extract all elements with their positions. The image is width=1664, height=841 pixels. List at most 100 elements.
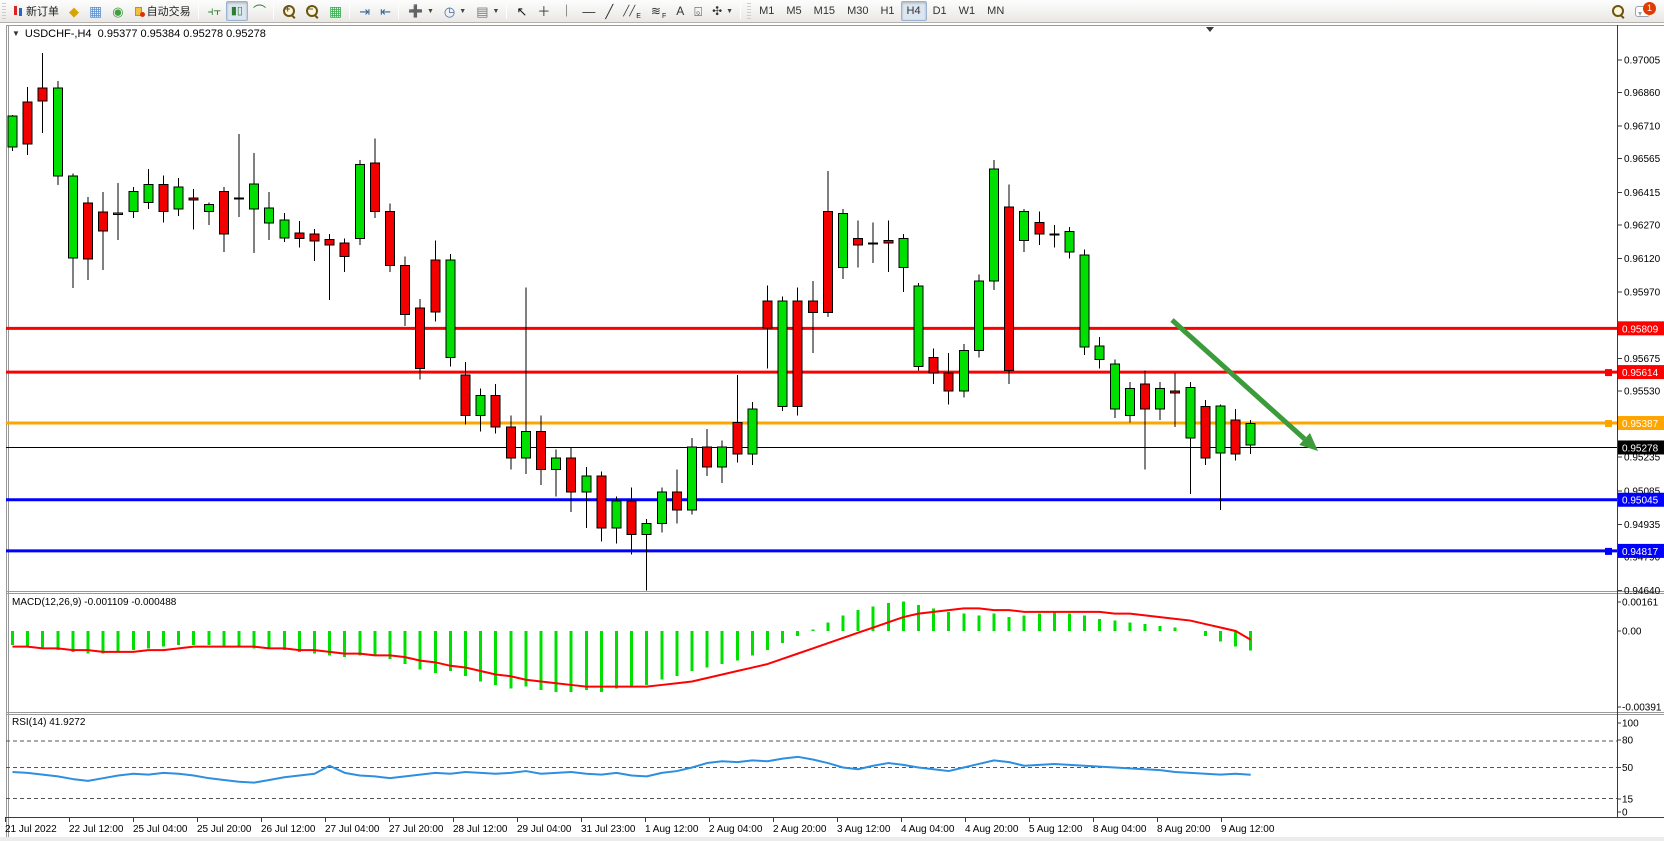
svg-text:26 Jul 12:00: 26 Jul 12:00 <box>261 824 316 835</box>
macd-values: -0.001109 -0.000488 <box>84 597 176 608</box>
svg-text:0: 0 <box>1622 808 1628 819</box>
svg-text:22 Jul 12:00: 22 Jul 12:00 <box>69 824 124 835</box>
chat-icon[interactable]: 1 <box>1635 6 1650 17</box>
toolbar-separator <box>349 3 350 19</box>
timeframe-w1-button[interactable]: W1 <box>953 1 982 21</box>
channel-icon-button[interactable]: ╱╱E <box>618 1 646 21</box>
auto-trading-button[interactable]: 自动交易 <box>129 1 196 21</box>
profiles-icon: ◆ <box>69 5 79 18</box>
search-icon[interactable] <box>1612 5 1625 18</box>
svg-text:80: 80 <box>1622 736 1634 747</box>
svg-text:0.95530: 0.95530 <box>1624 386 1661 397</box>
svg-text:31 Jul 23:00: 31 Jul 23:00 <box>581 824 636 835</box>
svg-text:0.96415: 0.96415 <box>1624 188 1661 199</box>
svg-text:25 Jul 20:00: 25 Jul 20:00 <box>197 824 252 835</box>
candles-chart-icon-button[interactable]: ▮▯ <box>226 1 248 21</box>
svg-text:4 Aug 20:00: 4 Aug 20:00 <box>965 824 1019 835</box>
text-label-icon: ⌺ <box>694 5 702 18</box>
navigator-icon: ◉ <box>112 5 123 18</box>
timeframe-m1-button[interactable]: M1 <box>753 1 780 21</box>
auto-scroll-icon-button[interactable]: ⇤ <box>375 1 396 21</box>
trendline-icon-button[interactable]: ╱ <box>600 1 618 21</box>
main-toolbar: 新订单◆▦◉自动交易⫞⫟▮▯⌒+−▦⇥⇤➕▼◷▼▤▼↖＋｜—╱╱╱E≋FA⌺✣▼… <box>0 0 1664 23</box>
text-label-icon-button[interactable]: ⌺ <box>689 1 707 21</box>
svg-text:0.00: 0.00 <box>1622 627 1642 638</box>
text-icon-button[interactable]: A <box>671 1 689 21</box>
arrows-icon: ✣ <box>712 5 722 18</box>
svg-text:5 Aug 12:00: 5 Aug 12:00 <box>1029 824 1083 835</box>
rsi-value: 41.9272 <box>49 717 85 728</box>
svg-text:0.97005: 0.97005 <box>1624 56 1661 67</box>
svg-text:0.94640: 0.94640 <box>1624 586 1661 597</box>
svg-text:0.95970: 0.95970 <box>1624 288 1661 299</box>
arrows-icon-button[interactable]: ✣▼ <box>707 1 738 21</box>
market-watch-icon-button[interactable]: ▦ <box>84 1 107 21</box>
timeframe-m15-button[interactable]: M15 <box>808 1 841 21</box>
timeframe-mn-button[interactable]: MN <box>981 1 1010 21</box>
cursor-icon: ↖ <box>516 5 527 18</box>
vertical-line-icon-button[interactable]: ｜ <box>555 1 577 21</box>
candle-mini-icon <box>13 5 23 17</box>
svg-text:0.95387: 0.95387 <box>1622 419 1659 430</box>
svg-text:8 Aug 04:00: 8 Aug 04:00 <box>1093 824 1147 835</box>
timeframe-m5-button[interactable]: M5 <box>780 1 807 21</box>
svg-text:0.95675: 0.95675 <box>1624 354 1661 365</box>
market-watch-icon: ▦ <box>89 5 102 18</box>
chevron-down-icon: ▼ <box>493 8 500 15</box>
svg-text:0.95809: 0.95809 <box>1622 324 1659 335</box>
chart-canvas[interactable]: 0.970050.968600.967100.965650.964150.962… <box>0 0 1664 841</box>
zoom-in-icon: + <box>283 5 296 18</box>
toolbar-separator <box>506 3 507 19</box>
svg-text:2 Aug 20:00: 2 Aug 20:00 <box>773 824 827 835</box>
zoom-out-icon-button[interactable]: − <box>301 1 324 21</box>
toolbar-separator <box>398 3 399 19</box>
line-chart-icon-button[interactable]: ⌒ <box>248 1 271 21</box>
timeframe-d1-button[interactable]: D1 <box>927 1 953 21</box>
candles-chart-icon: ▮▯ <box>231 5 243 18</box>
cursor-icon-button[interactable]: ↖ <box>511 1 532 21</box>
svg-text:0.94935: 0.94935 <box>1624 520 1661 531</box>
macd-indicator-label: MACD(12,26,9) -0.001109 -0.000488 <box>12 597 176 608</box>
zoom-out-icon: − <box>306 5 319 18</box>
chevron-down-icon: ▼ <box>459 8 466 15</box>
timeframe-h4-button[interactable]: H4 <box>901 1 927 21</box>
bars-chart-icon-button[interactable]: ⫞⫟ <box>203 1 226 21</box>
tile-windows-icon-button[interactable]: ▦ <box>324 1 347 21</box>
svg-text:21 Jul 2022: 21 Jul 2022 <box>5 824 57 835</box>
svg-text:28 Jul 12:00: 28 Jul 12:00 <box>453 824 508 835</box>
chevron-down-icon: ▼ <box>427 8 434 15</box>
svg-text:0.96120: 0.96120 <box>1624 254 1661 265</box>
fibonacci-icon: ≋ <box>651 5 661 18</box>
svg-text:8 Aug 20:00: 8 Aug 20:00 <box>1157 824 1211 835</box>
templates-icon-button[interactable]: ▤▼ <box>471 1 504 21</box>
timeframe-m30-button[interactable]: M30 <box>841 1 874 21</box>
autotrade-icon <box>134 5 144 17</box>
svg-text:27 Jul 04:00: 27 Jul 04:00 <box>325 824 380 835</box>
toolbar-separator <box>198 3 199 19</box>
crosshair-icon-button[interactable]: ＋ <box>532 1 555 21</box>
toolbar-grip <box>2 3 6 19</box>
profiles-icon-button[interactable]: ◆ <box>64 1 84 21</box>
rsi-indicator-label: RSI(14) 41.9272 <box>12 717 85 728</box>
crosshair-icon: ＋ <box>537 5 550 18</box>
svg-text:0.00161: 0.00161 <box>1622 598 1659 609</box>
navigator-icon-button[interactable]: ◉ <box>107 1 128 21</box>
templates-icon: ▤ <box>476 5 488 18</box>
svg-text:2 Aug 04:00: 2 Aug 04:00 <box>709 824 763 835</box>
ohlc-values: 0.95377 0.95384 0.95278 0.95278 <box>98 28 266 40</box>
periods-icon-button[interactable]: ◷▼ <box>439 1 471 21</box>
auto-scroll-icon: ⇤ <box>380 5 391 18</box>
chart-collapse-icon[interactable]: ▼ <box>12 29 20 38</box>
zoom-in-icon-button[interactable]: + <box>278 1 301 21</box>
svg-text:15: 15 <box>1622 795 1634 806</box>
svg-text:0.96270: 0.96270 <box>1624 220 1661 231</box>
fibonacci-icon-button[interactable]: ≋F <box>646 1 671 21</box>
chart-shift-icon-button[interactable]: ⇥ <box>354 1 375 21</box>
add-indicator-icon-button[interactable]: ➕▼ <box>403 1 439 21</box>
horizontal-line-icon-button[interactable]: — <box>577 1 600 21</box>
svg-text:1 Aug 12:00: 1 Aug 12:00 <box>645 824 699 835</box>
svg-text:9 Aug 12:00: 9 Aug 12:00 <box>1221 824 1275 835</box>
timeframe-h1-button[interactable]: H1 <box>874 1 900 21</box>
new-order-button[interactable]: 新订单 <box>8 1 64 21</box>
notification-badge: 1 <box>1643 2 1656 15</box>
